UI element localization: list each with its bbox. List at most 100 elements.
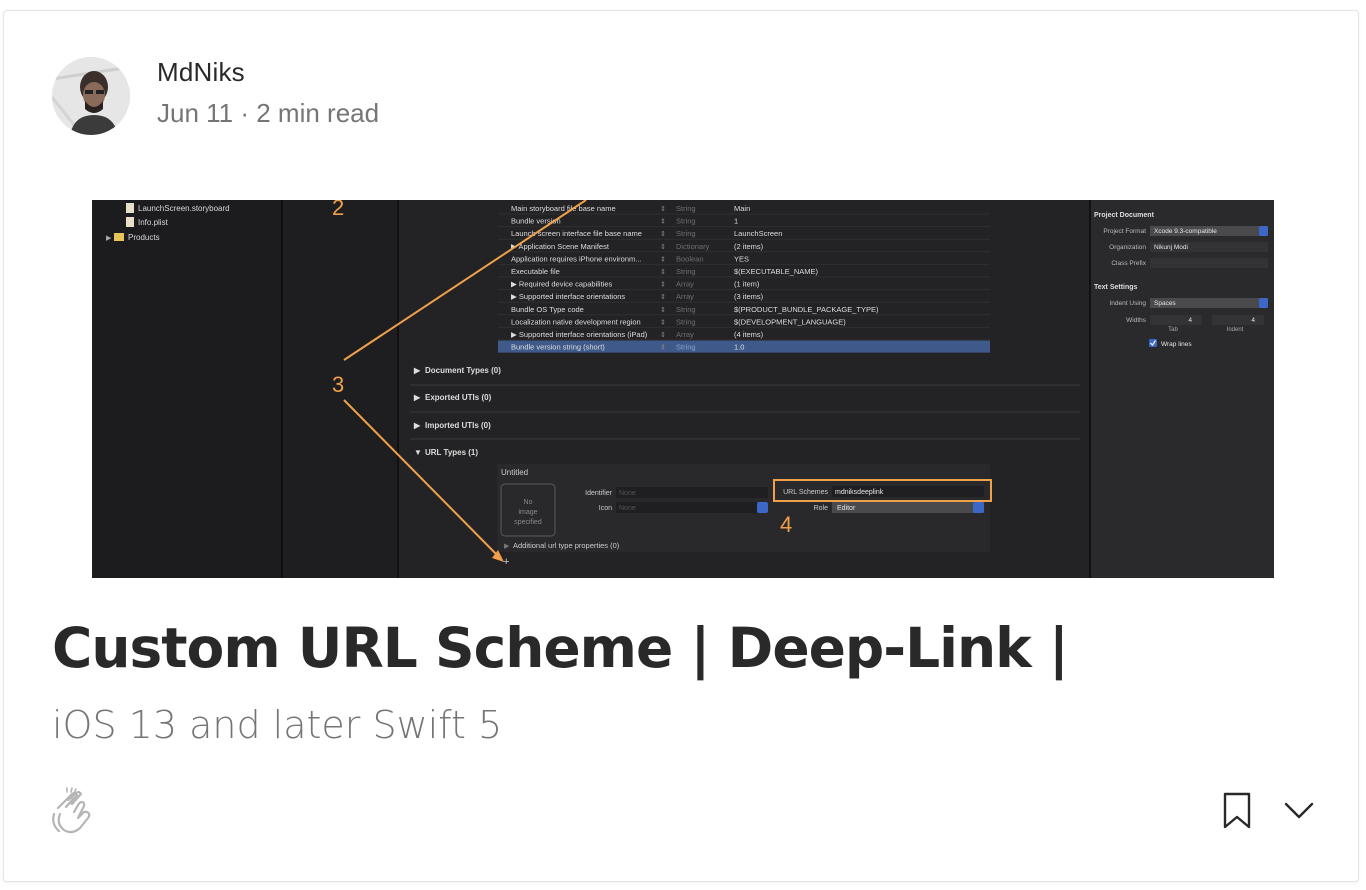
plist-key[interactable]: ▶ Supported interface orientations (iPad… — [511, 330, 648, 339]
plist-type[interactable]: String — [676, 204, 696, 213]
plist-key[interactable]: Localization native development region — [511, 317, 641, 326]
stepper-icon[interactable]: ⇕ — [660, 268, 666, 276]
plist-type[interactable]: Boolean — [676, 254, 704, 263]
plist-value[interactable]: Main — [734, 204, 750, 213]
plist-key[interactable]: Bundle version string (short) — [511, 343, 605, 352]
format-dropdown-icon[interactable] — [1259, 226, 1268, 236]
plist-key[interactable]: Bundle OS Type code — [511, 305, 584, 314]
plist-type[interactable]: String — [676, 343, 696, 352]
plist-value[interactable]: (1 item) — [734, 280, 760, 289]
disclosure-icon[interactable]: ▶ — [504, 543, 510, 550]
article-title[interactable]: Custom URL Scheme | Deep-Link | — [52, 616, 1069, 680]
icon-label: Icon — [599, 505, 612, 512]
svg-text:▶: ▶ — [413, 393, 421, 402]
plist-value[interactable]: (4 items) — [734, 330, 764, 339]
plist-type[interactable]: Array — [676, 280, 694, 289]
plist-value[interactable]: $(EXECUTABLE_NAME) — [734, 267, 819, 276]
icon-dropdown-icon[interactable] — [757, 502, 768, 513]
stepper-icon[interactable]: ⇕ — [660, 293, 666, 301]
url-schemes-value: mdniksdeeplink — [835, 489, 884, 496]
stepper-icon[interactable]: ⇕ — [660, 306, 666, 314]
hero-image[interactable]: LaunchScreen.storyboard Info.plist ▶ Pro… — [52, 200, 1314, 578]
indent-width-field[interactable] — [1212, 315, 1264, 325]
class-prefix-label: Class Prefix — [1111, 260, 1146, 267]
plist-value[interactable]: YES — [734, 254, 749, 263]
file-icon — [126, 217, 134, 227]
stepper-icon[interactable]: ⇕ — [660, 230, 666, 238]
stepper-icon[interactable]: ⇕ — [660, 205, 666, 213]
add-url-type-button[interactable]: + — [503, 556, 509, 568]
plist-type[interactable]: String — [676, 317, 696, 326]
stepper-icon[interactable]: ⇕ — [660, 255, 666, 263]
post-meta: Jun 11 · 2 min read — [157, 98, 380, 128]
class-prefix-field[interactable] — [1150, 258, 1268, 268]
section-imported-utis[interactable]: Imported UTIs (0) — [425, 421, 491, 430]
role-dropdown-icon[interactable] — [973, 502, 984, 513]
indent-dropdown-icon[interactable] — [1259, 298, 1268, 308]
stepper-icon[interactable]: ⇕ — [660, 281, 666, 289]
disclosure-icon[interactable]: ▶ — [106, 235, 112, 242]
annotation-3: 3 — [332, 372, 344, 397]
plist-type[interactable]: String — [676, 229, 696, 238]
additional-properties[interactable]: Additional url type properties (0) — [513, 541, 620, 550]
plist-value[interactable]: LaunchScreen — [734, 229, 782, 238]
plist-value[interactable]: 1 — [734, 217, 738, 226]
section-exported-utis[interactable]: Exported UTIs (0) — [425, 393, 492, 402]
plist-key[interactable]: ▶ Required device capabilities — [511, 280, 612, 289]
plist-type[interactable]: String — [676, 217, 696, 226]
sidebar-folder-products[interactable]: Products — [128, 233, 160, 242]
organization-value: Nikunj Modi — [1154, 244, 1188, 251]
chevron-down-icon[interactable] — [1282, 798, 1316, 822]
author-avatar[interactable] — [52, 57, 130, 135]
file-icon — [126, 203, 134, 213]
plist-type[interactable]: Array — [676, 292, 694, 301]
sidebar-file-launchscreen[interactable]: LaunchScreen.storyboard — [138, 204, 230, 213]
no-image-text: specified — [514, 519, 542, 526]
stepper-icon[interactable]: ⇕ — [660, 344, 666, 352]
stepper-icon[interactable]: ⇕ — [660, 318, 666, 326]
wrap-lines-label: Wrap lines — [1161, 341, 1192, 348]
identifier-field[interactable] — [616, 487, 768, 498]
stepper-icon[interactable]: ⇕ — [660, 243, 666, 251]
plist-type[interactable]: String — [676, 267, 696, 276]
annotation-4: 4 — [780, 512, 792, 537]
author-name[interactable]: MdNiks — [157, 57, 245, 88]
plist-value[interactable]: 1.0 — [734, 343, 744, 352]
indent-label: Indent — [1227, 327, 1244, 333]
section-url-types[interactable]: URL Types (1) — [425, 448, 478, 457]
stepper-icon[interactable]: ⇕ — [660, 331, 666, 339]
icon-placeholder: None — [619, 505, 636, 512]
tab-width-field[interactable] — [1150, 315, 1202, 325]
plist-type[interactable]: Dictionary — [676, 242, 710, 251]
plist-value[interactable]: $(PRODUCT_BUNDLE_PACKAGE_TYPE) — [734, 305, 879, 314]
clap-icon[interactable] — [44, 786, 94, 836]
plist-value[interactable]: $(DEVELOPMENT_LANGUAGE) — [734, 317, 846, 326]
section-document-types[interactable]: Document Types (0) — [425, 366, 501, 375]
role-label: Role — [814, 505, 829, 512]
plist-key[interactable]: ▶ Supported interface orientations — [511, 292, 625, 301]
plist-key[interactable]: Main storyboard file base name — [511, 204, 616, 213]
plist-key[interactable]: ▶ Application Scene Manifest — [511, 242, 610, 251]
stepper-icon[interactable]: ⇕ — [660, 218, 666, 226]
annotation-2: 2 — [332, 200, 344, 220]
icon-field[interactable] — [616, 502, 768, 513]
plist-value[interactable]: (3 items) — [734, 292, 764, 301]
plist-key[interactable]: Application requires iPhone environm... — [511, 254, 642, 263]
plist-type[interactable]: Array — [676, 330, 694, 339]
widths-label: Widths — [1126, 317, 1147, 324]
article-subtitle[interactable]: iOS 13 and later Swift 5 — [52, 703, 502, 747]
sidebar-file-infoplist[interactable]: Info.plist — [138, 218, 169, 227]
indent-using-value: Spaces — [1154, 300, 1176, 307]
bookmark-icon[interactable] — [1222, 792, 1252, 830]
organization-label: Organization — [1109, 244, 1146, 251]
wrap-lines-checkbox[interactable] — [1149, 339, 1157, 347]
url-type-name: Untitled — [501, 468, 528, 477]
plist-value[interactable]: (2 items) — [734, 242, 764, 251]
plist-key[interactable]: Executable file — [511, 267, 560, 276]
plist-type[interactable]: String — [676, 305, 696, 314]
no-image-text: No — [524, 499, 533, 506]
project-format-value: Xcode 9.3-compatible — [1154, 228, 1217, 235]
project-format-label: Project Format — [1103, 228, 1146, 235]
url-schemes-label: URL Schemes — [783, 489, 828, 496]
identifier-label: Identifier — [585, 490, 613, 497]
